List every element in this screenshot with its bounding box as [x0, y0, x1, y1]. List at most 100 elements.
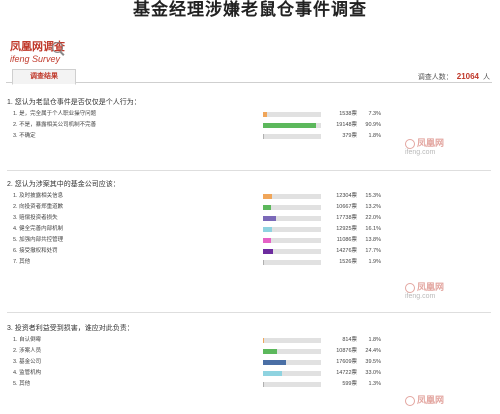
question-title: 1. 您认为老鼠仓事件是否仅仅是个人行为： [7, 99, 141, 106]
vote-count: 12925票 [336, 226, 357, 232]
result-bar-fill [263, 360, 286, 365]
watermark-sub: ifeng.com [405, 293, 436, 300]
vote-count: 1538票 [339, 111, 357, 117]
result-bar-fill [263, 123, 316, 128]
option-row: 3. 基金公司 17609票 39.5% [7, 357, 491, 368]
result-bar-fill [263, 227, 273, 232]
watermark-text: 凤凰网 [417, 282, 445, 292]
vote-percent: 39.5% [365, 359, 381, 365]
result-bar [263, 360, 321, 365]
option-row: 6. 接受撤权和处罚 14276票 17.7% [7, 246, 491, 257]
vote-count: 14276票 [336, 248, 357, 254]
vote-percent: 24.4% [365, 348, 381, 354]
option-label: 1. 自认倒霉 [13, 337, 42, 343]
option-label: 3. 基金公司 [13, 359, 42, 365]
vote-percent: 1.3% [368, 381, 381, 387]
vote-percent: 22.0% [365, 215, 381, 221]
seal-icon [405, 282, 415, 293]
watermark-logo: 凤凰网 ifeng.com [405, 136, 444, 156]
option-label: 2. 向投资者郑重道歉 [13, 204, 64, 210]
result-bar-fill [263, 205, 271, 210]
vote-count: 10876票 [336, 348, 357, 354]
option-label: 1. 是，完全属于个人职业操守问题 [13, 111, 97, 117]
option-label: 3. 不确定 [13, 133, 36, 139]
result-bar [263, 205, 321, 210]
vote-percent: 13.2% [365, 204, 381, 210]
result-bar-fill [263, 260, 265, 265]
option-label: 4. 监管机构 [13, 370, 42, 376]
vote-count: 12304票 [336, 193, 357, 199]
vote-percent: 15.3% [365, 193, 381, 199]
vote-percent: 17.7% [365, 248, 381, 254]
option-label: 4. 健全完善内部机制 [13, 226, 64, 232]
result-bar [263, 123, 321, 128]
result-bar-fill [263, 349, 278, 354]
option-row: 1. 自认倒霉 814票 1.8% [7, 335, 491, 346]
watermark-logo: 凤凰网 ifeng.com [405, 280, 444, 300]
participant-count-label: 调查人数： [417, 74, 453, 81]
question-title: 3. 投资者利益受到损害，谁应对此负责： [7, 325, 134, 332]
vote-count: 17609票 [336, 359, 357, 365]
watermark-sub: ifeng.com [405, 149, 436, 156]
result-bar-fill [263, 112, 268, 117]
option-row: 4. 监管机构 14722票 33.0% [7, 368, 491, 379]
result-bar [263, 338, 321, 343]
tab-results[interactable]: 调查结果 [12, 69, 76, 85]
result-bar [263, 249, 321, 254]
vote-percent: 7.3% [368, 111, 381, 117]
result-bar-fill [263, 134, 265, 139]
option-label: 2. 不是，暴露相关公司机制不完善 [13, 122, 97, 128]
result-bar [263, 216, 321, 221]
result-bar [263, 349, 321, 354]
survey-question-3: 3. 投资者利益受到损害，谁应对此负责： 1. 自认倒霉 814票 1.8% 2. 涉… [7, 322, 491, 390]
section-divider [7, 170, 491, 171]
option-row: 1. 及时披露相关信息 12304票 15.3% [7, 191, 491, 202]
page-title: 基金经理涉嫌老鼠仓事件调查 [133, 0, 367, 19]
participant-count: 调查人数： 21064 人 [418, 72, 490, 82]
vote-count: 1526票 [339, 259, 357, 265]
vote-count: 379票 [342, 133, 357, 139]
vote-percent: 33.0% [365, 370, 381, 376]
vote-percent: 1.8% [368, 337, 381, 343]
seal-icon [405, 138, 415, 149]
vote-count: 10667票 [336, 204, 357, 210]
watermark-text: 凤凰网 [417, 138, 445, 148]
vote-percent: 13.8% [365, 237, 381, 243]
option-label: 7. 其他 [13, 259, 31, 265]
vote-percent: 1.8% [368, 133, 381, 139]
result-bar [263, 260, 321, 265]
result-bar-fill [263, 382, 264, 387]
result-bar [263, 194, 321, 199]
brand-subtitle: ifeng Survey [10, 54, 61, 64]
participant-count-unit: 人 [483, 74, 490, 81]
option-row: 3. 赔偿投资者损失 17738票 22.0% [7, 213, 491, 224]
result-bar-fill [263, 216, 276, 221]
vote-count: 11086票 [336, 237, 357, 243]
option-row: 2. 涉案人员 10876票 24.4% [7, 346, 491, 357]
option-label: 5. 其他 [13, 381, 31, 387]
result-bar [263, 112, 321, 117]
option-row: 4. 健全完善内部机制 12925票 16.1% [7, 224, 491, 235]
option-label: 1. 及时披露相关信息 [13, 193, 64, 199]
vote-count: 599票 [342, 381, 357, 387]
vote-count: 814票 [342, 337, 357, 343]
vote-count: 14722票 [336, 370, 357, 376]
result-bar-fill [263, 338, 265, 343]
option-row: 7. 其他 1526票 1.9% [7, 257, 491, 268]
vote-percent: 90.9% [365, 122, 381, 128]
option-label: 3. 赔偿投资者损失 [13, 215, 58, 221]
result-bar [263, 371, 321, 376]
option-row: 2. 不是，暴露相关公司机制不完善 19148票 90.9% [7, 120, 491, 131]
result-bar [263, 134, 321, 139]
vote-count: 19148票 [336, 122, 357, 128]
survey-question-2: 2. 您认为涉案其中的基金公司应该： 1. 及时披露相关信息 12304票 15.3… [7, 178, 491, 268]
vote-percent: 16.1% [365, 226, 381, 232]
tab-underline [6, 82, 492, 83]
watermark-logo: 凤凰网 [405, 393, 444, 406]
option-row: 2. 向投资者郑重道歉 10667票 13.2% [7, 202, 491, 213]
seal-icon [405, 395, 415, 406]
question-title: 2. 您认为涉案其中的基金公司应该： [7, 181, 120, 188]
result-bar-fill [263, 371, 283, 376]
magnifier-icon [52, 42, 63, 53]
result-bar-fill [263, 194, 272, 199]
